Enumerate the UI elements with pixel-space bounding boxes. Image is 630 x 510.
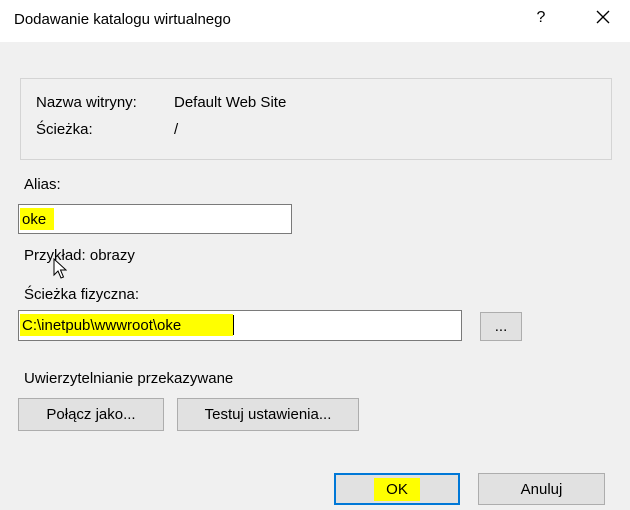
alias-input[interactable] xyxy=(19,205,291,233)
dialog-title: Dodawanie katalogu wirtualnego xyxy=(14,11,231,28)
cancel-button[interactable]: Anuluj xyxy=(478,473,605,505)
alias-label: Alias: xyxy=(24,176,61,193)
passthrough-auth-label: Uwierzytelnianie przekazywane xyxy=(24,370,234,387)
help-icon: ? xyxy=(536,9,546,26)
test-settings-button[interactable]: Testuj ustawienia... xyxy=(177,398,359,431)
title-bar: Dodawanie katalogu wirtualnego ? xyxy=(0,0,630,42)
physical-path-label: Ścieżka fizyczna: xyxy=(24,286,140,303)
alias-example: Przykład: obrazy xyxy=(24,247,135,264)
mouse-pointer-icon xyxy=(53,258,67,279)
site-name-value: Default Web Site xyxy=(174,94,287,111)
ok-button[interactable]: OK xyxy=(334,473,460,505)
site-info-panel xyxy=(20,78,612,160)
site-name-label: Nazwa witryny: xyxy=(36,94,137,111)
physical-path-input[interactable] xyxy=(19,311,461,340)
help-button[interactable]: ? xyxy=(530,9,552,33)
path-label: Ścieżka: xyxy=(36,121,93,138)
browse-button[interactable]: ... xyxy=(480,312,522,341)
alias-field[interactable] xyxy=(18,204,292,234)
close-button[interactable] xyxy=(590,5,616,33)
physical-path-field[interactable] xyxy=(18,310,462,341)
connect-as-button[interactable]: Połącz jako... xyxy=(18,398,164,431)
path-value: / xyxy=(174,121,179,138)
ok-button-label: OK xyxy=(374,477,420,501)
close-icon xyxy=(596,10,610,24)
